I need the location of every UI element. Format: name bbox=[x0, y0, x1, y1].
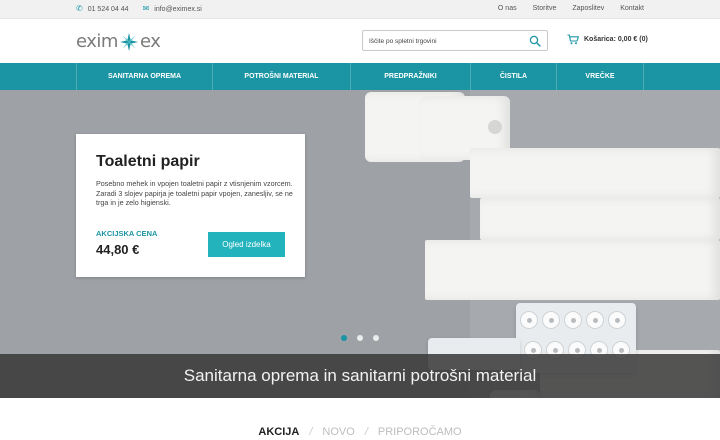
star-icon bbox=[119, 32, 138, 51]
nav-item-sanitarna-oprema[interactable]: SANITARNA OPREMA bbox=[76, 63, 212, 90]
slider-dot-1[interactable] bbox=[341, 335, 347, 341]
phone-icon: ✆ bbox=[76, 4, 83, 13]
link-o-nas[interactable]: O nas bbox=[498, 5, 517, 12]
nav-item-potrosni-material[interactable]: POTROŠNI MATERIAL bbox=[212, 63, 350, 90]
cart-label: Košarica: 0,00 € (0) bbox=[584, 36, 648, 43]
hero-image-roll-row bbox=[470, 148, 720, 198]
promo-price: 44,80 € bbox=[96, 242, 140, 257]
tab-priporocamo[interactable]: PRIPOROČAMO bbox=[378, 426, 462, 438]
search-box bbox=[362, 30, 548, 51]
cart-button[interactable]: Košarica: 0,00 € (0) bbox=[567, 34, 648, 45]
promo-card: Toaletni papir Posebno mehek in vpojen t… bbox=[76, 134, 305, 277]
hero-image-roll-core bbox=[488, 120, 502, 134]
link-storitve[interactable]: Storitve bbox=[533, 5, 557, 12]
tab-separator: / bbox=[309, 426, 313, 438]
product-tabs: AKCIJA / NOVO / PRIPOROČAMO bbox=[0, 426, 720, 438]
hero-image-mini-roll bbox=[520, 311, 538, 329]
email-address: info@eximex.si bbox=[154, 5, 202, 13]
tab-novo[interactable]: NOVO bbox=[322, 426, 354, 438]
contact-info: ✆ 01 524 04 44 ✉ info@eximex.si bbox=[76, 5, 202, 13]
slider-dots bbox=[341, 335, 379, 341]
site-header: exim ex Iščite po spletni trgovini Košar… bbox=[0, 19, 720, 63]
top-bar: ✆ 01 524 04 44 ✉ info@eximex.si O nas St… bbox=[0, 0, 720, 19]
search-icon[interactable] bbox=[529, 35, 541, 47]
email-contact[interactable]: ✉ info@eximex.si bbox=[143, 5, 202, 13]
hero-caption: Sanitarna oprema in sanitarni potrošni m… bbox=[0, 354, 720, 398]
top-links: O nas Storitve Zaposlitev Kontakt bbox=[498, 5, 644, 12]
main-nav: SANITARNA OPREMA POTROŠNI MATERIAL PREDP… bbox=[0, 63, 720, 90]
hero-image-mini-roll bbox=[542, 311, 560, 329]
promo-description: Posebno mehek in vpojen toaletni papir z… bbox=[96, 179, 293, 208]
view-product-button[interactable]: Ogled izdelka bbox=[208, 232, 285, 257]
promo-title: Toaletni papir bbox=[96, 153, 200, 170]
cart-icon bbox=[567, 34, 579, 45]
phone-contact[interactable]: ✆ 01 524 04 44 bbox=[76, 5, 129, 13]
logo-text-right: ex bbox=[139, 31, 161, 52]
tab-akcija[interactable]: AKCIJA bbox=[258, 426, 299, 438]
nav-item-predprazniki[interactable]: PREDPRAŽNIKI bbox=[350, 63, 470, 90]
tab-separator: / bbox=[364, 426, 368, 438]
link-kontakt[interactable]: Kontakt bbox=[620, 5, 644, 12]
hero-image-mini-roll bbox=[608, 311, 626, 329]
hero-image-roll-row bbox=[425, 240, 720, 300]
search-input[interactable] bbox=[369, 34, 519, 48]
email-icon: ✉ bbox=[142, 4, 150, 13]
logo[interactable]: exim ex bbox=[76, 31, 161, 52]
phone-number: 01 524 04 44 bbox=[87, 5, 129, 13]
link-zaposlitev[interactable]: Zaposlitev bbox=[572, 5, 604, 12]
slider-dot-2[interactable] bbox=[357, 335, 363, 341]
nav-item-cistila[interactable]: ČISTILA bbox=[470, 63, 556, 90]
hero-image-roll-row bbox=[480, 198, 720, 240]
hero-image-mini-roll bbox=[564, 311, 582, 329]
logo-text-left: exim bbox=[76, 31, 118, 52]
slider-dot-3[interactable] bbox=[373, 335, 379, 341]
price-label: AKCIJSKA CENA bbox=[96, 229, 158, 238]
hero-image-mini-roll bbox=[586, 311, 604, 329]
nav-item-vrecke[interactable]: VREČKE bbox=[556, 63, 644, 90]
